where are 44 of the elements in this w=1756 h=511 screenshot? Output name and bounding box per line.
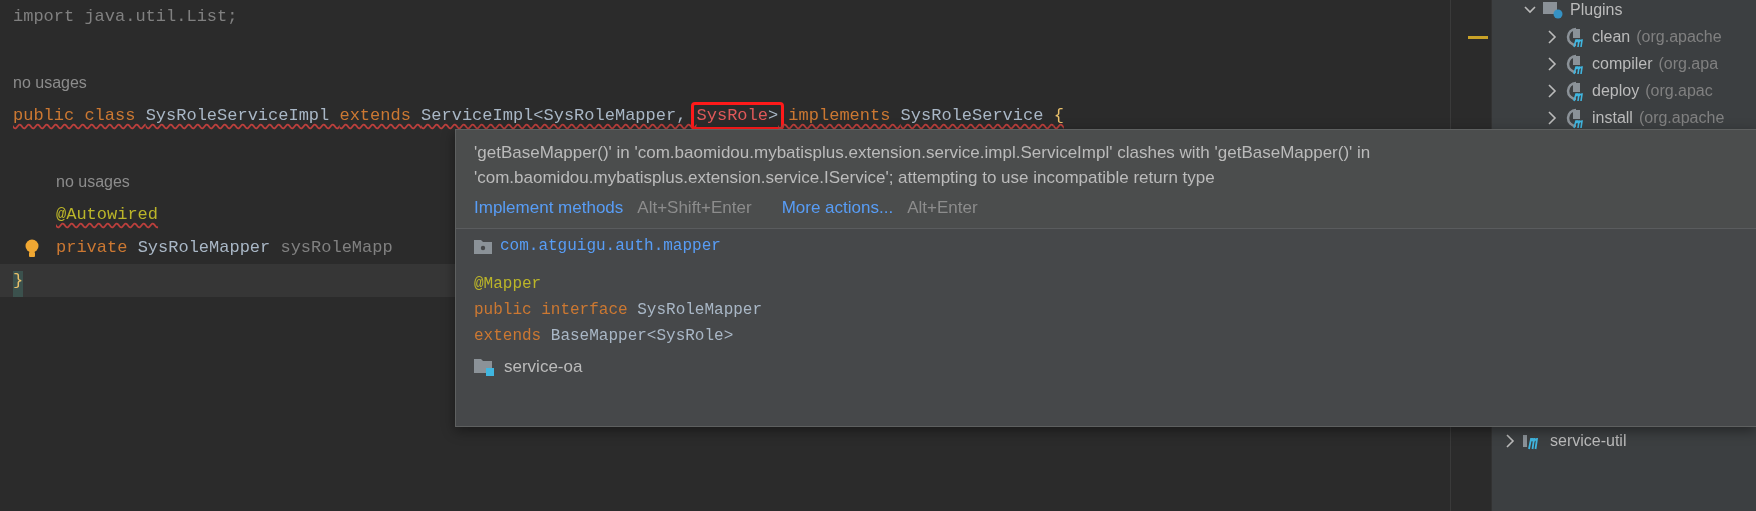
tree-item-detail: (org.apa (1658, 54, 1719, 73)
tree-item-label: Plugins (1570, 0, 1623, 19)
inlay-hint: no usages (13, 73, 87, 92)
chevron-right-icon[interactable] (1546, 56, 1558, 71)
code-line: @Autowired (56, 204, 159, 226)
package-folder-icon (474, 238, 492, 254)
module-name: service-oa (504, 357, 583, 377)
chevron-right-icon[interactable] (1546, 110, 1558, 125)
chevron-right-icon[interactable] (1504, 433, 1516, 448)
tree-item-label: install (1592, 108, 1633, 127)
inlay-hint: no usages (56, 172, 130, 191)
code-line: private SysRoleMapper sysRoleMapp (56, 237, 393, 259)
tree-item[interactable]: Plugins (1504, 0, 1756, 23)
folder-gear-icon (1542, 0, 1564, 20)
tree-item-detail: (org.apac (1645, 81, 1713, 100)
plug-icon (1564, 25, 1586, 48)
tree-item[interactable]: clean (org.apache (1504, 23, 1756, 50)
tree-item-label: service-util (1550, 431, 1627, 450)
tree-item-detail: (org.apache (1636, 27, 1722, 46)
tree-item-label: compiler (1592, 54, 1653, 73)
tree-item[interactable]: install (org.apache (1504, 104, 1756, 131)
plug-icon (1564, 52, 1586, 75)
error-message: 'getBaseMapper()' in 'com.baomidou.mybatisplus.extension.service.impl.ServiceImpl' clashes with 'getBaseMapper()' in 'com.baomidou.mybatisplus.extension.service.IService'; attempting to use incompatible return type (474, 142, 1372, 189)
plug-icon (1564, 79, 1586, 102)
chevron-right-icon[interactable] (1546, 29, 1558, 44)
module-folder-icon (474, 358, 496, 376)
tree-item[interactable]: service-util (1504, 427, 1756, 454)
package-name[interactable]: com.atguigu.auth.mapper (500, 237, 721, 255)
tree-item[interactable]: deploy (org.apac (1504, 77, 1756, 104)
tree-item-label: clean (1592, 27, 1631, 46)
plug-icon (1564, 106, 1586, 129)
declaration-line: public interface SysRoleMapper (474, 300, 764, 321)
action-link[interactable]: Implement methods (474, 198, 624, 218)
tree-item-detail: (org.apache (1638, 108, 1725, 127)
action-link[interactable]: More actions... (781, 198, 894, 218)
shortcut-text: Alt+Shift+Enter (637, 198, 752, 218)
tree-item[interactable]: compiler (org.apa (1504, 50, 1756, 77)
declaration-line: extends BaseMapper<SysRole> (474, 326, 735, 347)
shortcut-text: Alt+Enter (907, 198, 978, 218)
declaration-line: @Mapper (474, 274, 543, 295)
lightbulb-icon[interactable] (24, 239, 40, 259)
code-line: import java.util.List; (13, 6, 238, 28)
chevron-right-icon[interactable] (1546, 83, 1558, 98)
tree-item-label: deploy (1592, 81, 1640, 100)
